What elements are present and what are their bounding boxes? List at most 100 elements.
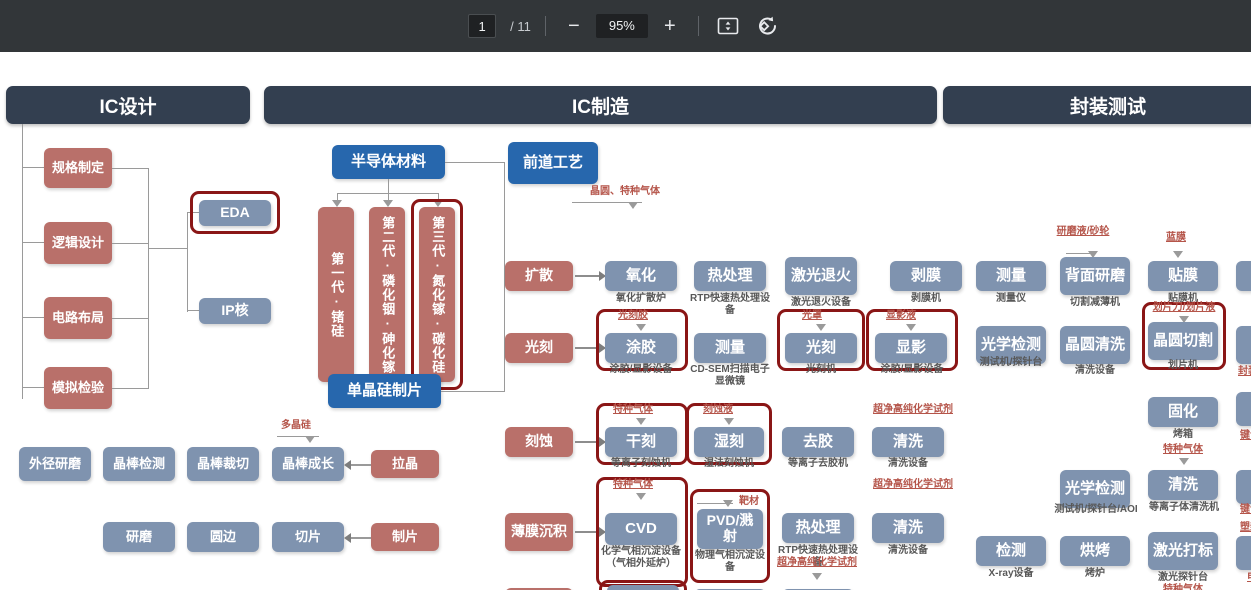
pkg-step-edge-e[interactable] xyxy=(1236,536,1251,570)
rotate-counterclockwise-icon[interactable] xyxy=(753,13,783,39)
fe-step-oxidation[interactable]: 氧化 xyxy=(605,261,677,291)
fe-matarrow-pvd xyxy=(723,500,733,507)
fe-step-clean-2[interactable]: 清洗 xyxy=(872,513,944,543)
fe-matarrow-cvd xyxy=(636,493,646,500)
pkg-caption-optical-1: 测试机/探针台 xyxy=(979,357,1043,368)
pkg-step-edge-a[interactable] xyxy=(1236,261,1251,291)
pkg-step-edge-d[interactable] xyxy=(1236,470,1251,504)
fe-caption-wet-etch: 湿法刻蚀机 xyxy=(704,458,754,469)
fe-step-cvd[interactable]: CVD xyxy=(605,513,677,545)
fe-step-pvd[interactable]: PVD/溅射 xyxy=(697,509,763,549)
fe-step-strip-film[interactable]: 剥膜 xyxy=(890,261,962,291)
slice-arrow xyxy=(344,533,351,543)
pkg-step-filmlam[interactable]: 贴膜 xyxy=(1148,261,1218,291)
crystal-row2-item-0[interactable]: 研磨 xyxy=(103,522,175,552)
banner-packaging-test: 封装测试 xyxy=(943,86,1251,124)
zoom-out-icon[interactable]: − xyxy=(560,12,588,40)
fit-to-page-icon[interactable] xyxy=(713,13,743,39)
zoom-controls: − 95% + xyxy=(560,12,684,40)
fe-step-measure-1[interactable]: 测量 xyxy=(694,333,766,363)
zoom-in-icon[interactable]: + xyxy=(656,12,684,40)
pkg-step-edge-c[interactable] xyxy=(1236,392,1251,426)
design-step-layout[interactable]: 电路布局 xyxy=(44,297,112,339)
pkg-step-measure[interactable]: 测量 xyxy=(976,261,1046,291)
design-step-logic[interactable]: 逻辑设计 xyxy=(44,222,112,264)
pkg-arrow-filmlam xyxy=(1173,251,1183,258)
fe-caption-dry-etch: 等离子刻蚀机 xyxy=(611,458,671,469)
fe-step-heat-treat-2[interactable]: 热处理 xyxy=(782,513,854,543)
pkg-step-wafer-dice[interactable]: 晶圆切割 xyxy=(1148,322,1218,360)
fe-stage-deposition[interactable]: 薄膜沉积 xyxy=(505,513,573,551)
crystal-to-right xyxy=(441,391,505,392)
pkg-step-wafer-clean[interactable]: 晶圆清洗 xyxy=(1060,326,1130,364)
fe-step-litho[interactable]: 光刻 xyxy=(785,333,857,363)
fe-step-clean-1[interactable]: 清洗 xyxy=(872,427,944,457)
design-output-ipcore[interactable]: IP核 xyxy=(199,298,271,324)
fe-step-implant[interactable]: 离子注入 xyxy=(607,585,679,590)
fe-caption-litho: 光刻机 xyxy=(806,364,836,375)
crystal-row2-source[interactable]: 制片 xyxy=(371,523,439,551)
materials-fan-v xyxy=(388,179,389,193)
design-merge-h1 xyxy=(112,168,149,169)
pkg-caption-bake: 烤炉 xyxy=(1085,568,1105,579)
pkg-edge-label-bond-1: 键合 xyxy=(1240,430,1251,441)
semiconductor-materials-title[interactable]: 半导体材料 xyxy=(332,145,445,179)
fe-step-laser-anneal[interactable]: 激光退火 xyxy=(785,257,857,295)
front-end-title[interactable]: 前道工艺 xyxy=(508,142,598,184)
materials-arrow-2 xyxy=(383,200,393,207)
pkg-caption-wafer-dice: 划片机 xyxy=(1168,360,1198,371)
pkg-material-filmlam: 蓝膜 xyxy=(1166,232,1186,243)
pkg-caption-laser-mark: 激光探针台 xyxy=(1158,572,1208,583)
fe-step-wet-etch[interactable]: 湿刻 xyxy=(694,427,764,457)
fe-caption-develop: 涂胶/显影设备 xyxy=(880,364,944,375)
fe-material-cvd: 特种气体 xyxy=(613,479,653,490)
design-spine xyxy=(22,124,23,399)
crystal-row2-item-1[interactable]: 圆边 xyxy=(187,522,259,552)
pkg-step-cure[interactable]: 固化 xyxy=(1148,397,1218,427)
pkg-step-plasma-clean[interactable]: 清洗 xyxy=(1148,470,1218,500)
fe-material-clean-1: 超净高纯化学试剂 xyxy=(873,404,953,415)
pkg-step-optical-2[interactable]: 光学检测 xyxy=(1060,470,1130,508)
pkg-step-inspect[interactable]: 检测 xyxy=(976,536,1046,566)
design-output-eda[interactable]: EDA xyxy=(199,200,271,226)
pkg-material-backgrind: 研磨液/砂轮 xyxy=(1056,226,1110,237)
material-gen-1[interactable]: 第一代·锗硅 xyxy=(318,207,354,382)
design-split-v xyxy=(187,212,188,312)
fe-step-degum-1[interactable]: 去胶 xyxy=(782,427,854,457)
fe-step-heat-treat-1[interactable]: 热处理 xyxy=(694,261,766,291)
material-gen-2[interactable]: 第二代·磷化铟·砷化镓 xyxy=(369,207,405,382)
crystal-row1-item-2[interactable]: 晶棒裁切 xyxy=(187,447,259,481)
fe-caption-degum-1: 等离子去胶机 xyxy=(788,458,848,469)
crystal-row2-item-2[interactable]: 切片 xyxy=(272,522,344,552)
pkg-step-laser-mark[interactable]: 激光打标 xyxy=(1148,532,1218,570)
fe-material-dry-etch: 特种气体 xyxy=(613,404,653,415)
fe-step-dry-etch[interactable]: 干刻 xyxy=(605,427,677,457)
crystal-row1-item-1[interactable]: 晶棒检测 xyxy=(103,447,175,481)
pkg-step-edge-b[interactable] xyxy=(1236,326,1251,364)
fe-matarrow-clean-3 xyxy=(812,573,822,580)
fe-step-coating[interactable]: 涂胶 xyxy=(605,333,677,363)
page-number-input[interactable]: 1 xyxy=(468,14,497,38)
fe-material-develop: 显影液 xyxy=(886,310,916,321)
material-gen-3[interactable]: 第三代·氮化镓·碳化硅 xyxy=(419,207,455,382)
pkg-edge-label-mold: 塑封 xyxy=(1240,522,1251,533)
fe-caption-clean-2: 清洗设备 xyxy=(888,545,928,556)
design-merge-h4 xyxy=(112,388,149,389)
pkg-step-bake[interactable]: 烘烤 xyxy=(1060,536,1130,566)
crystal-row1-item-0[interactable]: 外径研磨 xyxy=(19,447,91,481)
crystal-row1-source[interactable]: 拉晶 xyxy=(371,450,439,478)
pkg-step-backgrind[interactable]: 背面研磨 xyxy=(1060,257,1130,295)
design-step-spec[interactable]: 规格制定 xyxy=(44,148,112,188)
design-merge-h3 xyxy=(112,318,149,319)
crystal-row1-item-3[interactable]: 晶棒成长 xyxy=(272,447,344,481)
single-crystal-title[interactable]: 单晶硅制片 xyxy=(328,374,441,408)
fe-stage-etch[interactable]: 刻蚀 xyxy=(505,427,573,457)
fe-stage-diffusion[interactable]: 扩散 xyxy=(505,261,573,291)
fe-caption-measure-1: CD-SEM扫描电子显微镜 xyxy=(690,364,770,387)
design-step-verify[interactable]: 模拟检验 xyxy=(44,367,112,409)
fe-material-pvd: 靶材 xyxy=(739,496,759,507)
fe-step-develop[interactable]: 显影 xyxy=(875,333,947,363)
fe-stage-litho[interactable]: 光刻 xyxy=(505,333,573,363)
pkg-caption-cure: 烤箱 xyxy=(1173,429,1193,440)
zoom-level-label[interactable]: 95% xyxy=(595,14,648,38)
